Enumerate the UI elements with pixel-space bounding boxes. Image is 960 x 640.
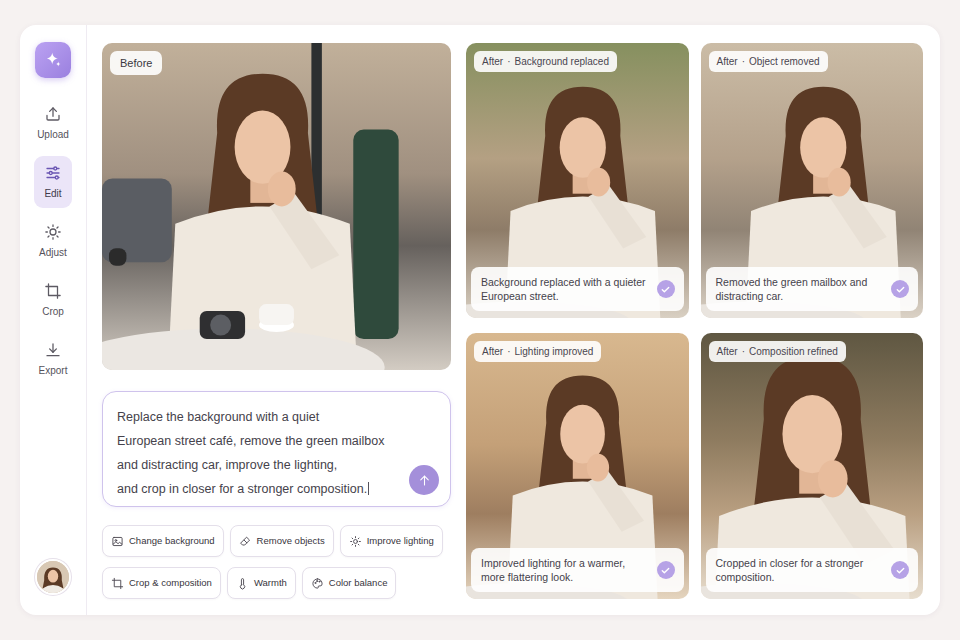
crop-icon — [44, 282, 62, 300]
edit-panel: Before Replace the background with a quie… — [102, 43, 451, 599]
quick-action-chip[interactable]: Crop & composition — [102, 567, 221, 599]
check-icon — [657, 561, 675, 579]
sidebar-label: Crop — [42, 306, 64, 318]
before-photo: Before — [102, 43, 451, 370]
caption-text: Background replaced with a quieter Europ… — [481, 275, 651, 303]
result-caption: Cropped in closer for a stronger composi… — [706, 548, 919, 592]
check-icon — [657, 280, 675, 298]
sidebar-label: Export — [39, 365, 68, 377]
sparkle-icon — [44, 51, 62, 69]
sidebar-item[interactable]: Edit — [34, 156, 72, 208]
quick-actions-row: Crop & composition Warmth Color balance — [102, 567, 451, 599]
result-badge: After · Composition refined — [709, 341, 846, 362]
badge-separator: · — [507, 55, 510, 68]
chip-label: Improve lighting — [367, 535, 434, 547]
quick-action-chip[interactable]: Improve lighting — [340, 525, 443, 557]
caption-text: Removed the green mailbox and distractin… — [716, 275, 886, 303]
image-icon — [111, 535, 124, 548]
result-caption: Improved lighting for a warmer, more fla… — [471, 548, 684, 592]
upload-icon — [44, 105, 62, 123]
sidebar-item[interactable]: Export — [34, 333, 72, 385]
badge-status: After — [717, 55, 738, 68]
thermometer-icon — [236, 577, 249, 590]
check-icon — [891, 561, 909, 579]
result-caption: Background replaced with a quieter Europ… — [471, 267, 684, 311]
quick-action-chip[interactable]: Remove objects — [230, 525, 334, 557]
result-card[interactable]: After · Composition refined Cropped in clos… — [701, 333, 924, 599]
text-caret — [368, 482, 369, 495]
result-badge: After · Object removed — [709, 51, 828, 72]
result-badge: After · Background replaced — [474, 51, 617, 72]
quick-action-chip[interactable]: Color balance — [302, 567, 397, 599]
sliders-icon — [44, 164, 62, 182]
prompt-text[interactable]: Replace the background with a quiet Euro… — [117, 410, 385, 496]
result-card[interactable]: After · Lighting improved Improved lighting… — [466, 333, 689, 599]
sidebar-label: Edit — [44, 188, 61, 200]
user-avatar[interactable] — [35, 559, 71, 595]
result-caption: Removed the green mailbox and distractin… — [706, 267, 919, 311]
sidebar-item[interactable]: Upload — [34, 97, 72, 149]
quick-action-chip[interactable]: Warmth — [227, 567, 296, 599]
sun-icon — [349, 535, 362, 548]
result-card[interactable]: After · Object removed Removed the green ma… — [701, 43, 924, 318]
badge-title: Composition refined — [749, 345, 838, 358]
send-button[interactable] — [409, 465, 439, 495]
quick-actions: Change background Remove objects Improve l… — [102, 525, 451, 599]
chip-label: Color balance — [329, 577, 388, 589]
caption-text: Improved lighting for a warmer, more fla… — [481, 556, 651, 584]
chip-label: Change background — [129, 535, 215, 547]
caption-text: Cropped in closer for a stronger composi… — [716, 556, 886, 584]
sidebar: Upload Edit Adjust Crop Export — [20, 25, 87, 615]
crop-icon — [111, 577, 124, 590]
chip-label: Remove objects — [257, 535, 325, 547]
sidebar-label: Upload — [37, 129, 69, 141]
download-icon — [44, 341, 62, 359]
eraser-icon — [239, 535, 252, 548]
prompt-box[interactable]: Replace the background with a quiet Euro… — [102, 391, 451, 507]
sidebar-label: Adjust — [39, 247, 67, 259]
palette-icon — [311, 577, 324, 590]
arrow-up-icon — [417, 473, 432, 488]
badge-separator: · — [742, 345, 745, 358]
check-icon — [891, 280, 909, 298]
chip-label: Warmth — [254, 577, 287, 589]
sidebar-nav: Upload Edit Adjust Crop Export — [34, 97, 72, 385]
badge-status: After — [482, 345, 503, 358]
sun-icon — [44, 223, 62, 241]
badge-title: Object removed — [749, 55, 820, 68]
photo-image — [102, 43, 451, 370]
result-badge: After · Lighting improved — [474, 341, 601, 362]
quick-action-chip[interactable]: Change background — [102, 525, 224, 557]
results-grid: After · Background replaced Background repl… — [466, 43, 923, 599]
result-card[interactable]: After · Background replaced Background repl… — [466, 43, 689, 318]
quick-actions-row: Change background Remove objects Improve l… — [102, 525, 451, 557]
badge-status: After — [717, 345, 738, 358]
badge-separator: · — [742, 55, 745, 68]
app-logo[interactable] — [35, 42, 71, 78]
badge-status: After — [482, 55, 503, 68]
badge-title: Background replaced — [514, 55, 609, 68]
badge-separator: · — [507, 345, 510, 358]
sidebar-item[interactable]: Adjust — [34, 215, 72, 267]
badge-title: Lighting improved — [514, 345, 593, 358]
before-badge: Before — [110, 51, 162, 75]
chip-label: Crop & composition — [129, 577, 212, 589]
sidebar-item[interactable]: Crop — [34, 274, 72, 326]
